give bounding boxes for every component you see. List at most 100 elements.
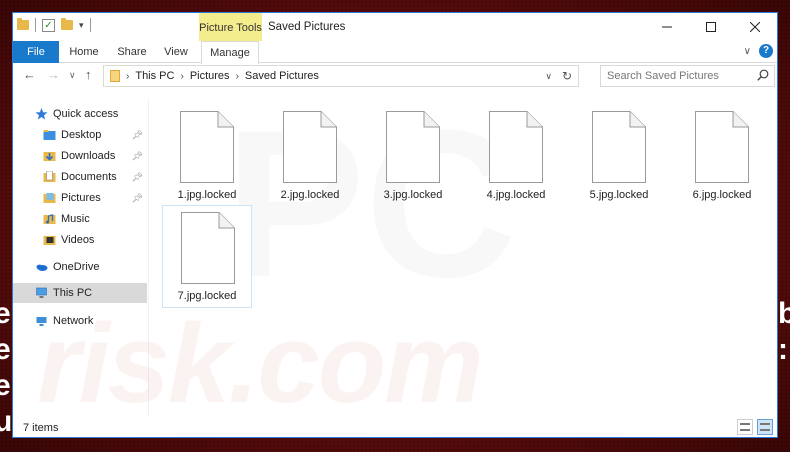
file-item[interactable]: 2.jpg.locked	[265, 105, 355, 205]
nav-item-music[interactable]: Music	[13, 209, 147, 229]
nav-label: Music	[61, 213, 90, 225]
window-controls	[645, 13, 777, 41]
blank-file-icon	[489, 111, 543, 183]
onedrive-icon	[36, 264, 48, 271]
item-count: 7 items	[23, 422, 59, 434]
address-bar[interactable]: › This PC › Pictures › Saved Pictures ∨ …	[103, 65, 579, 87]
close-icon	[750, 22, 760, 32]
nav-network[interactable]: Network	[13, 311, 147, 331]
address-dropdown-icon[interactable]: ∨	[545, 71, 552, 82]
nav-item-pictures[interactable]: Pictures 📌︎	[13, 188, 147, 208]
back-button[interactable]: ←	[23, 67, 36, 82]
quick-access-toolbar: ✓ ▾	[17, 18, 91, 32]
pin-icon: 📌︎	[131, 150, 143, 161]
help-icon[interactable]: ?	[759, 44, 773, 58]
tab-home[interactable]: Home	[63, 41, 105, 63]
star-icon	[35, 108, 48, 120]
documents-icon	[43, 171, 56, 182]
desktop-folder-icon	[43, 130, 56, 140]
file-name: 5.jpg.locked	[589, 189, 649, 201]
breadcrumb-saved-pictures[interactable]: Saved Pictures	[245, 70, 319, 82]
pin-icon: 📌︎	[131, 192, 143, 203]
ribbon-tabs: File Home Share View Manage ∨ ?	[13, 41, 777, 64]
file-item[interactable]: 7.jpg.locked	[162, 205, 252, 308]
videos-icon	[43, 236, 56, 245]
window-title: Saved Pictures	[268, 21, 346, 33]
file-name: 3.jpg.locked	[383, 189, 443, 201]
nav-item-documents[interactable]: Documents 📌︎	[13, 167, 147, 187]
details-view-icon	[740, 423, 750, 431]
file-name: 4.jpg.locked	[486, 189, 546, 201]
close-button[interactable]	[733, 13, 777, 41]
minimize-button[interactable]	[645, 13, 689, 41]
nav-this-pc[interactable]: This PC	[13, 283, 147, 303]
recent-locations-button[interactable]: ∨	[69, 70, 76, 81]
maximize-icon	[706, 22, 716, 32]
pictures-icon	[43, 193, 56, 203]
refresh-icon[interactable]: ↻	[562, 69, 572, 83]
breadcrumb-this-pc[interactable]: This PC	[135, 70, 174, 82]
forward-button[interactable]: →	[47, 67, 60, 82]
tab-file[interactable]: File	[13, 41, 59, 63]
nav-onedrive[interactable]: OneDrive	[13, 257, 147, 277]
chevron-right-icon[interactable]: ›	[126, 71, 129, 82]
up-button[interactable]: ↑	[85, 67, 92, 82]
minimize-icon	[662, 26, 672, 28]
file-item[interactable]: 4.jpg.locked	[471, 105, 561, 205]
navigation-row: ← → ∨ ↑ › This PC › Pictures › Saved Pic…	[13, 64, 777, 88]
music-icon	[43, 214, 56, 224]
folder-icon	[17, 18, 29, 30]
large-icons-view-button[interactable]	[757, 419, 773, 435]
nav-item-videos[interactable]: Videos	[13, 230, 147, 250]
file-item[interactable]: 3.jpg.locked	[368, 105, 458, 205]
file-list: 1.jpg.locked 2.jpg.locked 3.jpg.locked 4…	[153, 93, 773, 413]
nav-label: This PC	[53, 287, 93, 299]
explorer-window: ✓ ▾ Picture Tools Saved Pictures File Ho…	[12, 12, 778, 438]
nav-label: OneDrive	[53, 261, 100, 273]
customize-toolbar-icon[interactable]: ▾	[79, 20, 84, 31]
nav-label: Videos	[61, 234, 95, 246]
blank-file-icon	[180, 111, 234, 183]
nav-label: Network	[53, 315, 94, 327]
file-item[interactable]: 5.jpg.locked	[574, 105, 664, 205]
nav-label: Documents	[61, 171, 117, 183]
nav-item-downloads[interactable]: Downloads 📌︎	[13, 146, 147, 166]
details-view-button[interactable]	[737, 419, 753, 435]
search-icon	[757, 69, 769, 81]
chevron-right-icon[interactable]: ›	[180, 71, 183, 82]
file-name: 6.jpg.locked	[692, 189, 752, 201]
nav-item-desktop[interactable]: Desktop 📌︎	[13, 125, 147, 145]
nav-label: Downloads	[61, 150, 116, 162]
expand-ribbon-icon[interactable]: ∨	[744, 46, 751, 57]
maximize-button[interactable]	[689, 13, 733, 41]
status-bar: 7 items	[13, 417, 777, 437]
file-name: 1.jpg.locked	[177, 189, 237, 201]
nav-label: Pictures	[61, 192, 101, 204]
file-name: 2.jpg.locked	[280, 189, 340, 201]
chevron-right-icon[interactable]: ›	[236, 71, 239, 82]
blank-file-icon	[592, 111, 646, 183]
background-text-right: b:	[778, 297, 790, 366]
tab-view[interactable]: View	[159, 41, 193, 63]
file-item[interactable]: 1.jpg.locked	[162, 105, 252, 205]
picture-tools-label: Picture Tools	[199, 13, 262, 41]
properties-icon[interactable]: ✓	[42, 18, 55, 32]
file-item[interactable]: 6.jpg.locked	[677, 105, 767, 205]
nav-label: Quick access	[53, 108, 119, 120]
blank-file-icon	[283, 111, 337, 183]
tab-share[interactable]: Share	[113, 41, 151, 63]
blank-file-icon	[386, 111, 440, 183]
navigation-pane: Quick access Desktop 📌︎ Downloads 📌︎ Doc…	[13, 99, 147, 415]
file-name: 7.jpg.locked	[177, 290, 237, 302]
folder-icon	[110, 70, 120, 82]
search-placeholder: Search Saved Pictures	[607, 70, 719, 82]
new-folder-icon[interactable]	[61, 18, 73, 30]
tab-manage[interactable]: Manage	[201, 41, 259, 64]
nav-label: Desktop	[61, 129, 102, 141]
blank-file-icon	[695, 111, 749, 183]
nav-quick-access[interactable]: Quick access	[13, 104, 147, 124]
large-icons-view-icon	[760, 423, 770, 431]
network-icon	[36, 317, 47, 326]
search-input[interactable]: Search Saved Pictures	[600, 65, 775, 87]
breadcrumb-pictures[interactable]: Pictures	[190, 70, 230, 82]
